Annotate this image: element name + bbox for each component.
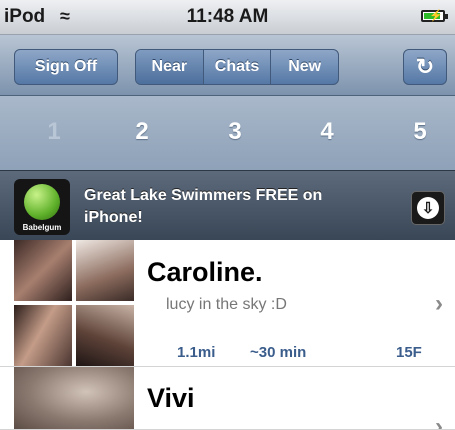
page-2[interactable]: 2	[122, 118, 162, 146]
person-name: Vivi	[147, 383, 195, 413]
ad-text: Great Lake Swimmers FREE on iPhone!	[84, 187, 323, 226]
profile-photo	[14, 305, 72, 366]
page-1[interactable]: 1	[34, 118, 74, 146]
distance: 1.1mi	[177, 344, 216, 361]
download-icon: ⇩	[417, 197, 439, 219]
profile-photo	[14, 240, 72, 301]
page-selector: 1 2 3 4 5	[0, 96, 455, 170]
profile-photo	[76, 240, 134, 301]
ad-banner[interactable]: Babelgum Great Lake Swimmers FREE on iPh…	[0, 170, 455, 241]
logo-brand-text: Babelgum	[22, 223, 62, 232]
babelgum-logo: Babelgum	[14, 179, 70, 235]
refresh-icon: ↻	[415, 54, 435, 79]
page-5[interactable]: 5	[400, 118, 440, 146]
segment-chats[interactable]: Chats	[204, 50, 272, 84]
person-name: Caroline.	[147, 257, 263, 287]
person-status: lucy in the sky :D	[166, 296, 287, 313]
profile-photo	[14, 367, 134, 429]
age-gender: 15F	[396, 344, 422, 361]
battery-icon: ⚡	[421, 10, 448, 22]
logo-ball	[24, 184, 60, 220]
view-segmented-control: Near Chats New	[135, 49, 339, 85]
chevron-right-icon: ›	[435, 290, 443, 317]
refresh-button[interactable]: ↻	[403, 49, 447, 85]
page-4[interactable]: 4	[307, 118, 347, 146]
profile-photo	[76, 305, 134, 366]
charging-bolt-icon: ⚡	[429, 10, 443, 22]
toolbar: Sign Off Near Chats New ↻	[0, 35, 455, 96]
last-seen: ~30 min	[250, 344, 307, 361]
profile-photos	[14, 240, 134, 366]
download-button[interactable]: ⇩	[411, 191, 445, 225]
list-item[interactable]: Caroline. lucy in the sky :D › 1.1mi ~30…	[0, 240, 455, 367]
sign-off-button[interactable]: Sign Off	[14, 49, 118, 85]
segment-near[interactable]: Near	[136, 50, 204, 84]
page-3[interactable]: 3	[215, 118, 255, 146]
chevron-right-icon: ›	[435, 413, 443, 430]
list-item[interactable]: Vivi ›	[0, 367, 455, 430]
segment-new[interactable]: New	[271, 50, 338, 84]
status-bar: iPod ≈ 11:48 AM ⚡	[0, 0, 455, 35]
clock: 11:48 AM	[186, 6, 269, 27]
